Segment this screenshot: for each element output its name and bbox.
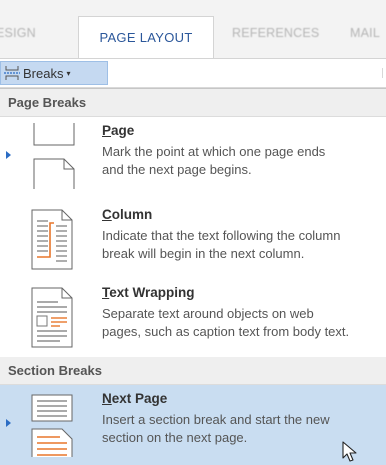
tab-page-layout-label: PAGE LAYOUT — [99, 30, 193, 45]
tab-mailings[interactable]: MAIL — [350, 26, 380, 40]
menu-item-title: Column — [102, 207, 152, 222]
menu-item-column-break[interactable]: Column Indicate that the text following … — [0, 201, 386, 279]
breaks-button-label: Breaks — [23, 65, 64, 81]
page-break-icon — [33, 123, 75, 189]
title-rest: ext Wrapping — [109, 285, 195, 300]
tab-page-layout[interactable]: PAGE LAYOUT — [78, 16, 214, 58]
description-line: Indicate that the text following the col… — [102, 228, 341, 243]
description-line: Insert a section break and start the new — [102, 412, 330, 427]
mouse-pointer-icon — [342, 441, 357, 462]
menu-item-title: Page — [102, 123, 134, 138]
menu-arrow-indicator — [6, 151, 11, 159]
menu-item-title: Next Page — [102, 391, 167, 406]
title-rest: ext Page — [111, 391, 168, 406]
column-break-icon — [31, 209, 73, 270]
breaks-button[interactable]: Breaks ▾ — [0, 61, 108, 85]
menu-item-next-page[interactable]: Next Page Insert a section break and sta… — [0, 385, 386, 465]
section-heading-page-breaks: Page Breaks — [0, 89, 386, 117]
ribbon-tab-bar: ESIGN PAGE LAYOUT REFERENCES MAIL — [0, 0, 386, 58]
accelerator-key: P — [102, 123, 112, 138]
menu-item-description: Indicate that the text following the col… — [102, 227, 386, 263]
menu-item-page-break[interactable]: Page Mark the point at which one page en… — [0, 117, 386, 195]
menu-item-description: Mark the point at which one page ends an… — [102, 143, 386, 179]
tab-design[interactable]: ESIGN — [0, 26, 36, 40]
menu-item-title: Text Wrapping — [102, 285, 195, 300]
description-line: Separate text around objects on web — [102, 306, 314, 321]
tab-references[interactable]: REFERENCES — [232, 26, 319, 40]
accelerator-key: N — [102, 391, 112, 406]
text-wrapping-icon — [31, 287, 73, 348]
section-heading-section-breaks: Section Breaks — [0, 357, 386, 385]
description-line: Mark the point at which one page ends — [102, 144, 326, 159]
description-line: pages, such as caption text from body te… — [102, 324, 350, 339]
description-line: and the next page begins. — [102, 162, 252, 177]
menu-item-text-wrapping[interactable]: Text Wrapping Separate text around objec… — [0, 279, 386, 357]
title-rest: olumn — [111, 207, 153, 222]
ribbon-page-setup-strip: Breaks ▾ — [0, 58, 386, 88]
title-rest: age — [111, 123, 135, 138]
description-line: break will begin in the next column. — [102, 246, 305, 261]
breaks-icon — [4, 66, 20, 80]
chevron-down-icon: ▾ — [66, 68, 71, 78]
menu-item-description: Separate text around objects on web page… — [102, 305, 386, 341]
accelerator-key: C — [102, 207, 112, 222]
next-page-icon — [31, 394, 73, 457]
menu-arrow-indicator — [6, 419, 11, 427]
breaks-dropdown-menu: Page Breaks Page Mark the point at which… — [0, 88, 386, 465]
group-divider — [382, 68, 383, 78]
